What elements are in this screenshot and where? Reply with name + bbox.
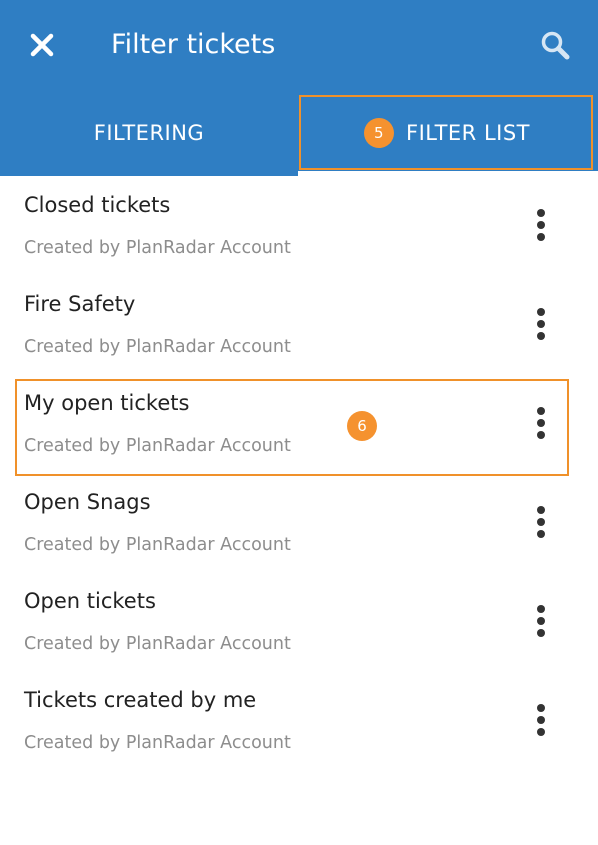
list-item[interactable]: Tickets created by me Created by PlanRad… [0,671,598,770]
search-button[interactable] [532,22,578,68]
more-vertical-icon [537,704,545,736]
list-item-subtitle: Created by PlanRadar Account [24,535,291,555]
list-item-subtitle: Created by PlanRadar Account [24,634,291,654]
list-item-title: Fire Safety [24,292,136,316]
list-item-title: Open Snags [24,490,151,514]
list-item[interactable]: Open tickets Created by PlanRadar Accoun… [0,572,598,671]
list-item-title: Tickets created by me [24,688,257,712]
list-item[interactable]: Fire Safety Created by PlanRadar Account [0,275,598,374]
more-options-button[interactable] [523,695,559,745]
list-item[interactable]: Closed tickets Created by PlanRadar Acco… [0,176,598,275]
tab-filtering[interactable]: FILTERING [0,96,298,170]
callout-highlight-filter-list [299,95,593,170]
more-options-button[interactable] [523,596,559,646]
list-item-title: Open tickets [24,589,156,613]
callout-badge-6: 6 [347,411,377,441]
callout-highlight-my-open-tickets [15,379,569,476]
list-item-subtitle: Created by PlanRadar Account [24,733,291,753]
list-item-title: Closed tickets [24,193,171,217]
more-vertical-icon [537,605,545,637]
more-options-button[interactable] [523,200,559,250]
more-options-button[interactable] [523,497,559,547]
list-item[interactable]: Open Snags Created by PlanRadar Account [0,473,598,572]
search-icon [541,31,570,60]
more-vertical-icon [537,506,545,538]
list-item-subtitle: Created by PlanRadar Account [24,238,291,258]
more-vertical-icon [537,308,545,340]
page-title: Filter tickets [111,29,276,60]
close-button[interactable] [18,22,66,68]
more-vertical-icon [537,209,545,241]
list-item-subtitle: Created by PlanRadar Account [24,337,291,357]
more-options-button[interactable] [523,299,559,349]
tab-filtering-label: FILTERING [93,121,205,145]
close-icon [30,33,54,57]
